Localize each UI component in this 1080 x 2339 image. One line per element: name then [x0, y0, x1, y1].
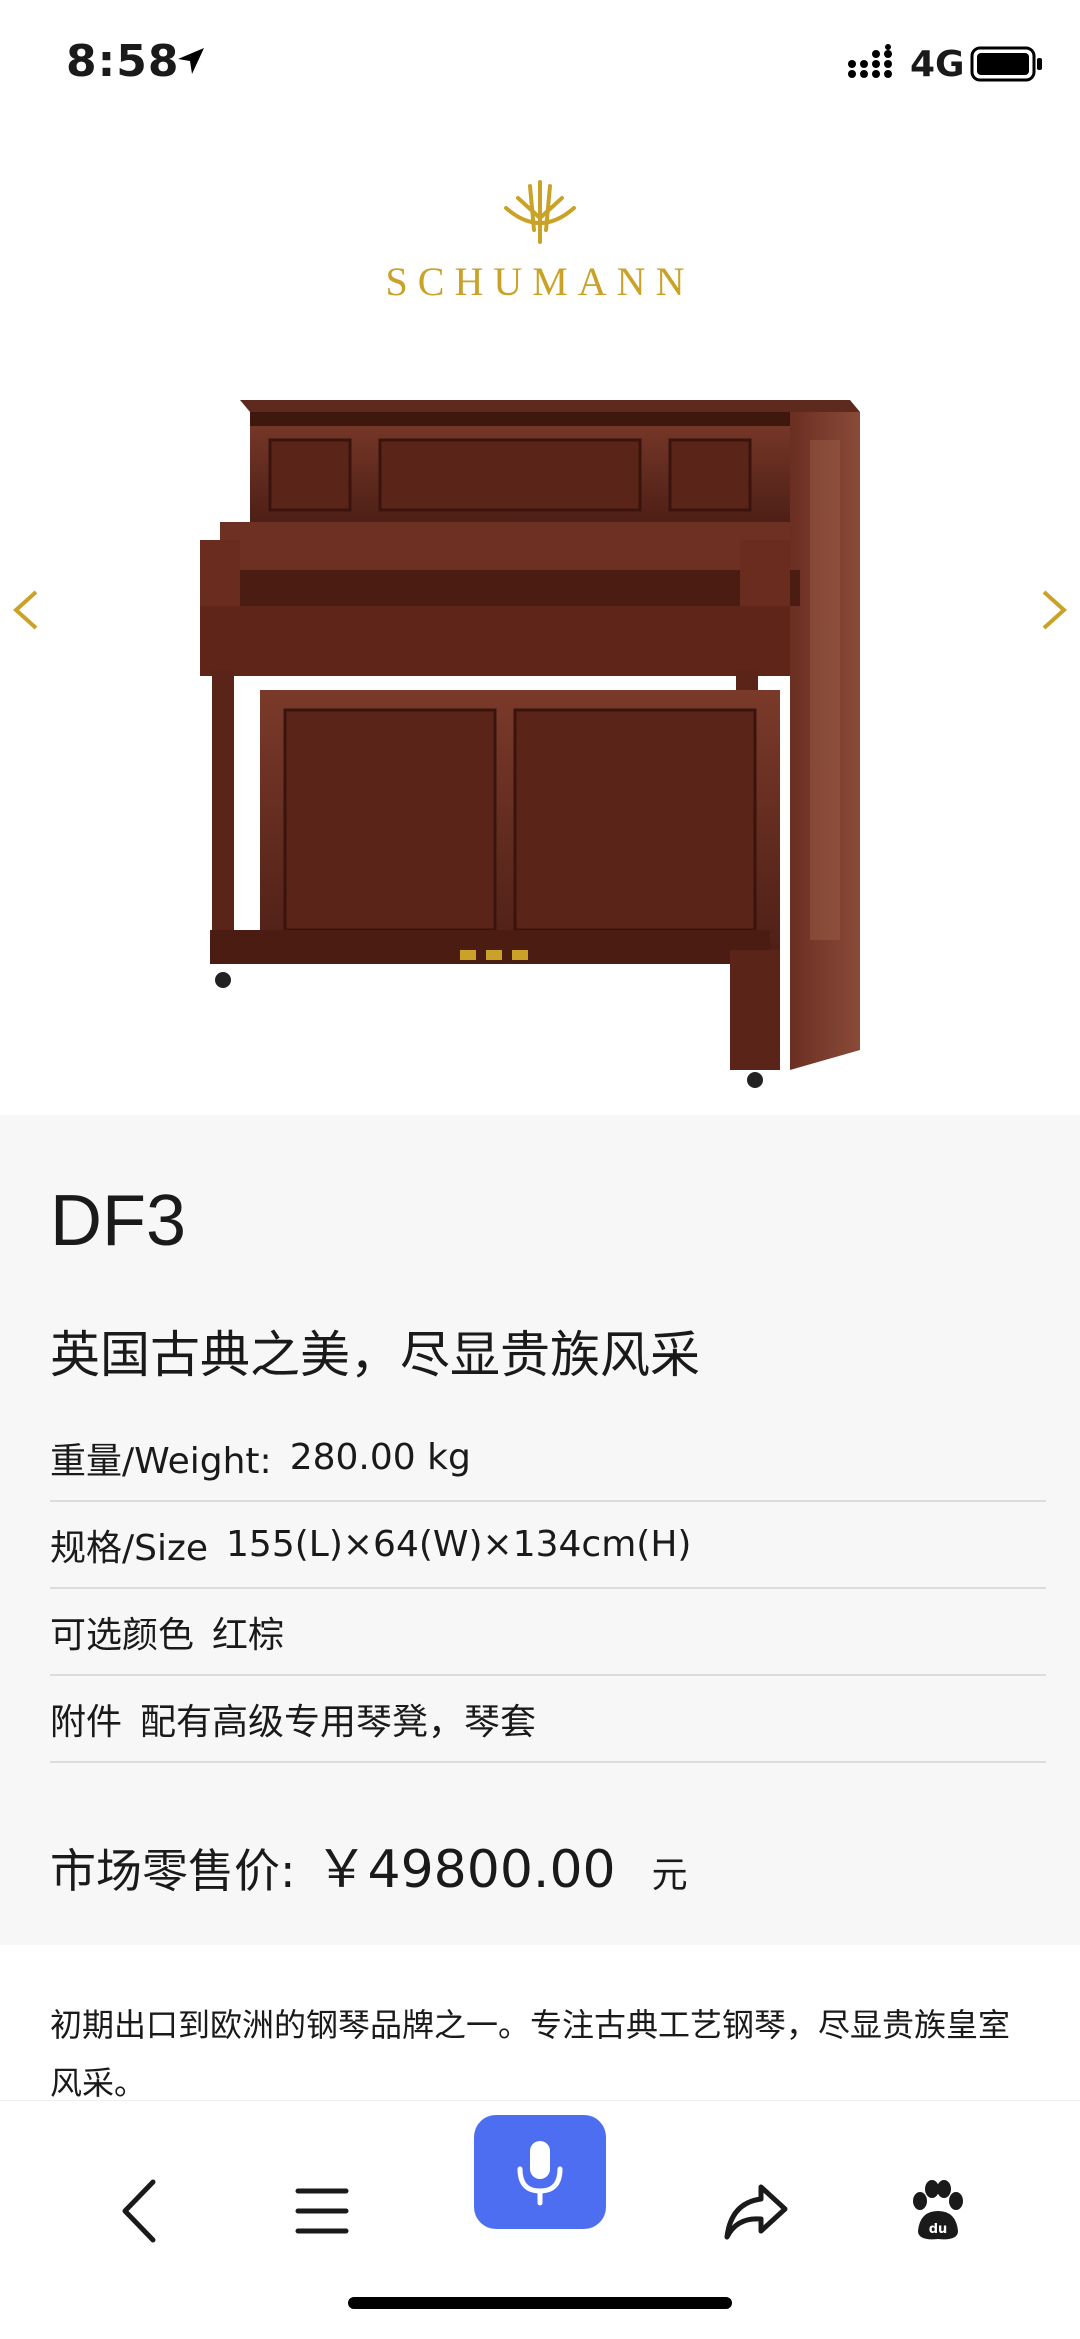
status-time: 8:58 — [66, 36, 180, 87]
svg-text:du: du — [929, 2222, 948, 2237]
microphone-icon — [517, 2141, 563, 2206]
piano-image — [200, 400, 860, 1088]
baidu-paw-icon: du — [913, 2180, 963, 2240]
product-slogan: 英国古典之美，尽显贵族风采 — [50, 1326, 700, 1384]
price-unit: 元 — [651, 1855, 688, 1896]
model-name: DF3 — [50, 1181, 187, 1261]
spec-value: 280.00 kg — [289, 1437, 471, 1478]
spec-list: 重量/Weight: 280.00 kg 规格/Size 155(L)×64(W… — [50, 1415, 1046, 1763]
back-button[interactable] — [100, 2171, 180, 2251]
next-image-button[interactable] — [1020, 570, 1080, 650]
product-info: DF3 英国古典之美，尽显贵族风采 重量/Weight: 280.00 kg 规… — [0, 1115, 1080, 1945]
spec-value: 配有高级专用琴凳，琴套 — [140, 1701, 537, 1743]
back-icon — [122, 2179, 156, 2243]
status-bar: 8:58 4G — [0, 0, 1080, 130]
spec-value: 155(L)×64(W)×134cm(H) — [226, 1524, 692, 1565]
baidu-home-button[interactable]: du — [896, 2171, 976, 2251]
signal-icon — [848, 44, 892, 78]
brand-name: SCHUMANN — [385, 259, 695, 304]
product-description: 初期出口到欧洲的钢琴品牌之一。专注古典工艺钢琴，尽显贵族皇室风采。 — [50, 2006, 1011, 2102]
page: 8:58 4G SCHUMANN DF3 英国古典之美，尽显贵族风采 重量/We… — [0, 0, 1080, 2339]
spec-label: 规格/Size — [50, 1527, 209, 1569]
price-row: 市场零售价: ￥49800.00 元 — [50, 1827, 688, 1902]
prev-image-button[interactable] — [0, 570, 60, 650]
brand-emblem-icon — [504, 180, 576, 244]
menu-icon — [295, 2188, 349, 2234]
battery-icon — [970, 46, 1042, 82]
home-indicator — [348, 2297, 732, 2309]
spec-row-size: 规格/Size 155(L)×64(W)×134cm(H) — [50, 1502, 1046, 1589]
voice-search-button[interactable] — [474, 2115, 606, 2229]
share-button[interactable] — [716, 2171, 796, 2251]
spec-row-accessories: 附件 配有高级专用琴凳，琴套 — [50, 1676, 1046, 1763]
spec-label: 附件 — [50, 1701, 123, 1743]
price-label: 市场零售价: — [50, 1844, 296, 1898]
menu-button[interactable] — [282, 2171, 362, 2251]
spec-label: 重量/Weight: — [50, 1440, 272, 1482]
spec-value: 红棕 — [212, 1614, 285, 1656]
spec-row-weight: 重量/Weight: 280.00 kg — [50, 1415, 1046, 1502]
brand-logo: SCHUMANN — [360, 178, 720, 305]
spec-row-color: 可选颜色 红棕 — [50, 1589, 1046, 1676]
spec-label: 可选颜色 — [50, 1614, 195, 1656]
product-image-carousel[interactable]: SCHUMANN — [0, 130, 1080, 1115]
price-value: ￥49800.00 — [315, 1840, 616, 1900]
share-icon — [724, 2184, 788, 2240]
network-label: 4G — [910, 44, 965, 85]
chevron-right-icon — [1042, 590, 1067, 630]
chevron-left-icon — [13, 590, 38, 630]
location-arrow-icon — [178, 48, 204, 74]
